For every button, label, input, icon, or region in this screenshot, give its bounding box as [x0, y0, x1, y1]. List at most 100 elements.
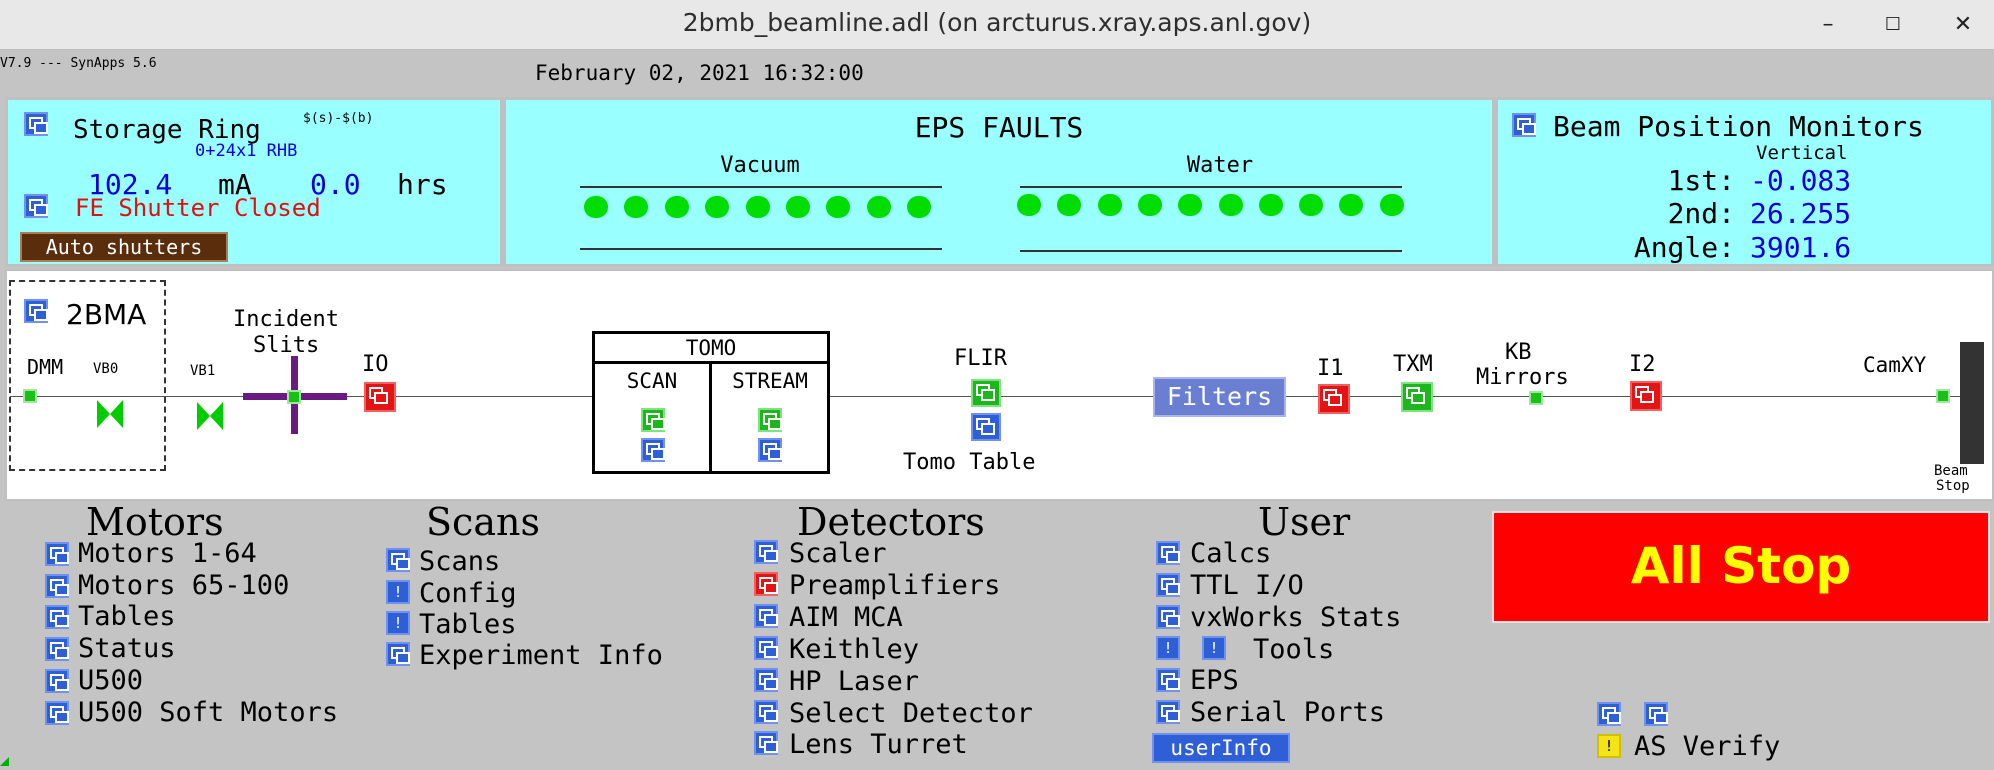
- close-button[interactable]: ✕: [1948, 10, 1978, 40]
- eps-item[interactable]: EPS: [1190, 665, 1239, 696]
- preamplifiers-icon[interactable]: [754, 572, 778, 596]
- u500-soft-motors-icon[interactable]: [45, 701, 69, 725]
- version-label: V7.9 --- SynApps 5.6: [0, 56, 157, 71]
- lens-turret-item[interactable]: Lens Turret: [789, 729, 968, 760]
- calcs-item[interactable]: Calcs: [1190, 538, 1271, 569]
- bpm-angle-label: Angle:: [1633, 231, 1735, 264]
- resize-grip[interactable]: [0, 757, 9, 766]
- motors-1-64-icon[interactable]: [45, 542, 69, 566]
- tomo-stream-related-icon[interactable]: [758, 408, 782, 432]
- config-item[interactable]: Config: [419, 578, 517, 609]
- scaler-icon[interactable]: [754, 540, 778, 564]
- tomo-scan-related-icon-2[interactable]: [641, 438, 665, 462]
- tomo-table-related-icon[interactable]: [971, 413, 1001, 441]
- motor-tables-icon[interactable]: [45, 605, 69, 629]
- auto-shutters-button[interactable]: Auto shutters: [20, 232, 228, 262]
- lens-turret-icon[interactable]: [754, 731, 778, 755]
- filters-button[interactable]: Filters: [1153, 377, 1286, 417]
- aim-mca-icon[interactable]: [754, 604, 778, 628]
- config-icon[interactable]: !: [386, 580, 410, 604]
- bpm-related-icon[interactable]: [1512, 113, 1536, 137]
- bpm-angle-value: 3901.6: [1750, 231, 1852, 264]
- i1-label: I1: [1317, 356, 1344, 381]
- keithley-item[interactable]: Keithley: [789, 634, 919, 665]
- i2-related-icon[interactable]: [1630, 381, 1662, 411]
- dmm-indicator[interactable]: [23, 389, 37, 403]
- flir-label: FLIR: [954, 346, 1007, 371]
- storage-ring-related-icon[interactable]: [24, 112, 48, 136]
- preamplifiers-item[interactable]: Preamplifiers: [789, 570, 1000, 601]
- scans-icon[interactable]: [386, 548, 410, 572]
- u500-icon[interactable]: [45, 669, 69, 693]
- motors-65-100-item[interactable]: Motors 65-100: [78, 570, 289, 601]
- serial-ports-item[interactable]: Serial Ports: [1190, 697, 1385, 728]
- motor-tables-item[interactable]: Tables: [78, 601, 176, 632]
- all-stop-button[interactable]: All Stop: [1492, 511, 1990, 623]
- keithley-icon[interactable]: [754, 636, 778, 660]
- kb-label: KB: [1505, 340, 1532, 365]
- scan-tables-icon[interactable]: !: [386, 611, 410, 635]
- ttl-io-item[interactable]: TTL I/O: [1190, 570, 1304, 601]
- as-related-icon-2[interactable]: [1644, 702, 1668, 726]
- as-verify-icon[interactable]: !: [1597, 734, 1621, 758]
- scans-item[interactable]: Scans: [419, 546, 500, 577]
- datetime-label: February 02, 2021 16:32:00: [535, 61, 864, 85]
- ttl-io-icon[interactable]: [1156, 573, 1180, 597]
- incident-label: Incident: [233, 307, 339, 332]
- bpm-2nd-label: 2nd:: [1667, 197, 1735, 230]
- status-item[interactable]: Status: [78, 633, 176, 664]
- select-detector-item[interactable]: Select Detector: [789, 698, 1033, 729]
- tools-item[interactable]: Tools: [1253, 634, 1334, 665]
- vxworks-stats-item[interactable]: vxWorks Stats: [1190, 602, 1401, 633]
- vacuum-indicator-4: [705, 196, 730, 218]
- eps-icon[interactable]: [1156, 668, 1180, 692]
- tomo-stream-related-icon-2[interactable]: [758, 438, 782, 462]
- vb1-valve-icon[interactable]: [195, 400, 225, 432]
- maximize-button[interactable]: ☐: [1878, 10, 1908, 40]
- userinfo-button[interactable]: userInfo: [1152, 733, 1290, 763]
- tools-icon-1[interactable]: !: [1156, 636, 1180, 660]
- vacuum-label: Vacuum: [720, 153, 800, 178]
- as-verify-item[interactable]: AS Verify: [1634, 731, 1780, 762]
- fe-shutter-related-icon[interactable]: [24, 194, 48, 218]
- hutch-2bma-related-icon[interactable]: [24, 299, 48, 323]
- as-related-icon-1[interactable]: [1597, 702, 1621, 726]
- status-icon[interactable]: [45, 637, 69, 661]
- scaler-item[interactable]: Scaler: [789, 538, 887, 569]
- water-indicator-4: [1137, 194, 1162, 216]
- window-title: 2bmb_beamline.adl (on arcturus.xray.aps.…: [682, 8, 1312, 37]
- hp-laser-item[interactable]: HP Laser: [789, 666, 919, 697]
- water-indicator-8: [1299, 194, 1324, 216]
- motors-1-64-item[interactable]: Motors 1-64: [78, 538, 257, 569]
- tomo-scan-related-icon[interactable]: [641, 408, 665, 432]
- water-indicator-3: [1097, 194, 1122, 216]
- u500-item[interactable]: U500: [78, 665, 143, 696]
- slits-related-icon[interactable]: [287, 390, 301, 404]
- hp-laser-icon[interactable]: [754, 668, 778, 692]
- bpm-2nd-value: 26.255: [1750, 197, 1852, 230]
- tools-icon-2[interactable]: !: [1202, 636, 1226, 660]
- minimize-button[interactable]: –: [1813, 10, 1843, 40]
- aim-mca-item[interactable]: AIM MCA: [789, 602, 903, 633]
- scan-tables-item[interactable]: Tables: [419, 609, 517, 640]
- experiment-info-item[interactable]: Experiment Info: [419, 640, 663, 671]
- camxy-indicator[interactable]: [1936, 389, 1950, 403]
- select-detector-icon[interactable]: [754, 700, 778, 724]
- vacuum-indicator-2: [624, 196, 649, 218]
- experiment-info-icon[interactable]: [386, 642, 410, 666]
- calcs-icon[interactable]: [1156, 541, 1180, 565]
- io-related-icon[interactable]: [364, 382, 396, 412]
- kb-mirrors-indicator[interactable]: [1529, 391, 1543, 405]
- u500-soft-motors-item[interactable]: U500 Soft Motors: [78, 697, 338, 728]
- eps-faults-title: EPS FAULTS: [914, 111, 1084, 144]
- motors-65-100-icon[interactable]: [45, 574, 69, 598]
- i1-related-icon[interactable]: [1318, 384, 1350, 414]
- vxworks-stats-icon[interactable]: [1156, 605, 1180, 629]
- txm-related-icon[interactable]: [1401, 382, 1433, 412]
- vb0-valve-icon[interactable]: [95, 398, 125, 430]
- bpm-subtitle: Vertical: [1756, 142, 1848, 164]
- flir-related-icon[interactable]: [971, 379, 1001, 407]
- stream-label: STREAM: [732, 369, 808, 393]
- serial-ports-icon[interactable]: [1156, 700, 1180, 724]
- mirrors-label: Mirrors: [1476, 365, 1569, 390]
